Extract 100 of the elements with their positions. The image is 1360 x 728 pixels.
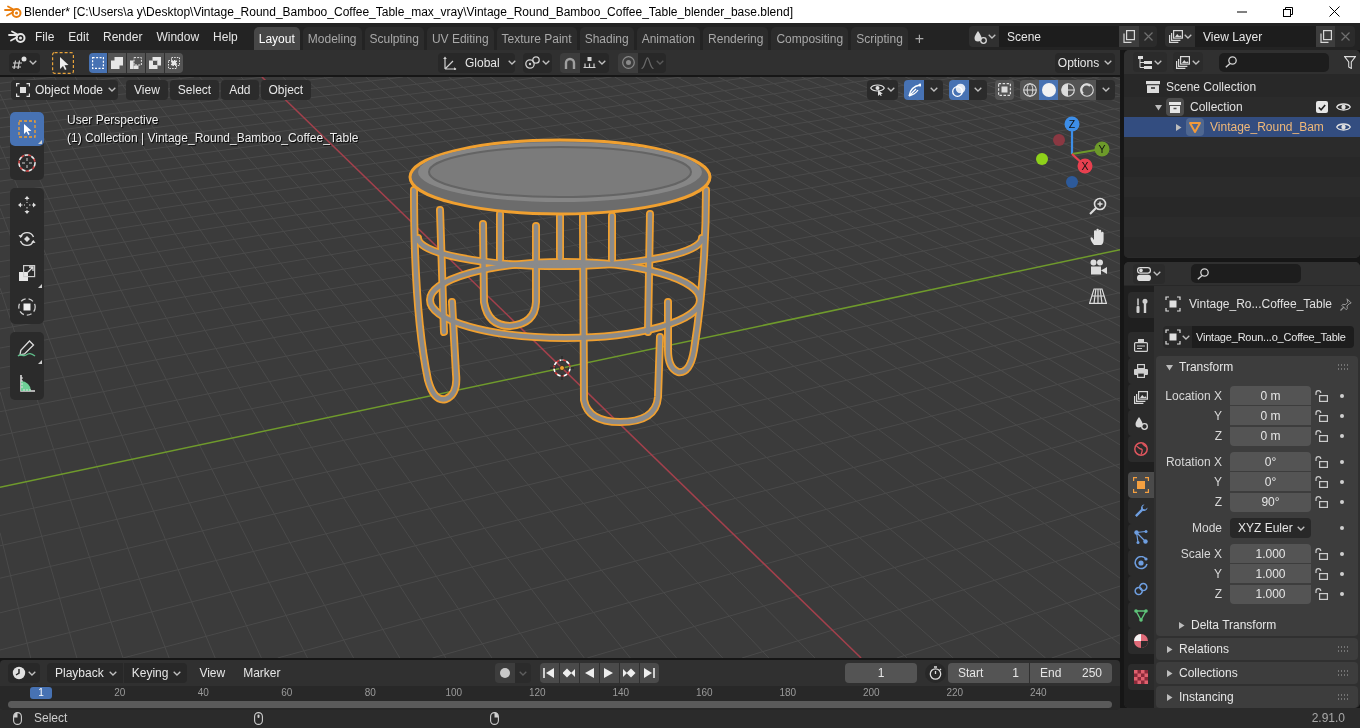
eye-icon[interactable] [1336, 122, 1351, 132]
axis-handle[interactable]: Y [1071, 141, 1110, 157]
collection-icon[interactable] [1166, 98, 1184, 116]
playback-button[interactable] [639, 663, 659, 683]
overlay-options-dropdown[interactable] [969, 79, 987, 100]
number-field[interactable]: 0° [1230, 452, 1311, 471]
number-field[interactable]: 1.000 [1230, 544, 1311, 563]
menu-item[interactable]: Help [206, 26, 245, 47]
disclosure-triangle-icon[interactable] [1154, 103, 1162, 111]
playback-button[interactable] [559, 663, 579, 683]
playback-button[interactable] [579, 663, 599, 683]
scene-name-field[interactable]: Scene [999, 26, 1119, 47]
select-mode-button[interactable] [108, 52, 126, 73]
gizmo-toggle[interactable] [904, 79, 924, 100]
timeline-scrollbar[interactable] [8, 701, 1112, 708]
playhead-frame-indicator[interactable]: 1 [30, 687, 52, 699]
keyframe-dot-icon[interactable] [1340, 592, 1344, 596]
workspace-tab[interactable]: Shading [579, 27, 634, 50]
restore-icon[interactable] [1283, 6, 1293, 17]
select-mode-button[interactable] [165, 52, 183, 73]
overlay-toggle[interactable] [949, 79, 969, 100]
snap-target-dropdown[interactable] [580, 52, 609, 73]
new-view-layer-button[interactable] [1316, 26, 1335, 47]
negative-axis-handle[interactable] [1053, 134, 1065, 146]
axis-handle[interactable]: Z [1064, 116, 1080, 154]
playback-button[interactable] [599, 663, 619, 683]
workspace-tab[interactable]: Rendering [703, 27, 769, 50]
properties-tab[interactable] [1128, 292, 1154, 318]
negative-axis-handle[interactable] [1036, 153, 1048, 165]
panel-header[interactable]: Transform [1156, 356, 1358, 378]
number-field[interactable]: 0° [1230, 472, 1311, 491]
unlocked-padlock-icon[interactable] [1315, 390, 1328, 402]
eye-icon[interactable] [1336, 102, 1351, 112]
negative-axis-handle[interactable] [1066, 176, 1078, 188]
menu-item[interactable]: View [126, 79, 168, 100]
menu-item[interactable]: Render [96, 26, 150, 47]
editor-type-button[interactable] [1133, 263, 1165, 284]
preview-range-toggle[interactable] [925, 663, 946, 683]
rotation-mode-dropdown[interactable]: XYZ Euler [1230, 518, 1311, 538]
unlocked-padlock-icon[interactable] [1315, 588, 1328, 600]
select-mode-button[interactable] [127, 52, 145, 73]
unlocked-padlock-icon[interactable] [1315, 476, 1328, 488]
select-mode-button[interactable] [146, 52, 164, 73]
proportional-editing-toggle[interactable] [618, 52, 638, 73]
checkbox[interactable] [1316, 101, 1328, 113]
select-mode-button[interactable] [89, 52, 107, 73]
playback-button[interactable] [619, 663, 639, 683]
menu-item[interactable]: Edit [61, 26, 97, 47]
new-scene-button[interactable] [1119, 26, 1139, 47]
keyframe-dot-icon[interactable] [1340, 460, 1344, 464]
playback-button[interactable] [539, 663, 559, 683]
unlocked-padlock-icon[interactable] [1315, 496, 1328, 508]
snap-toggle[interactable] [560, 52, 580, 73]
panel-header[interactable]: Collections [1156, 662, 1358, 684]
unlocked-padlock-icon[interactable] [1315, 548, 1328, 560]
pin-icon[interactable] [1340, 297, 1352, 311]
menu-item[interactable]: Marker [235, 663, 289, 683]
3d-cursor-icon[interactable] [549, 355, 575, 381]
current-frame-field[interactable]: 1 [845, 663, 917, 683]
filter-icon[interactable] [1344, 55, 1356, 69]
transform-orientation-dropdown[interactable]: Global [438, 52, 515, 73]
grid-icon[interactable] [1089, 288, 1107, 304]
keyframe-dot-icon[interactable] [1340, 394, 1344, 398]
frame-range-field[interactable]: Start 1 [948, 663, 1029, 683]
editor-type-button[interactable] [9, 52, 40, 73]
minimize-icon[interactable] [1237, 10, 1247, 13]
disclosure-triangle-icon[interactable] [1166, 645, 1173, 653]
properties-tab[interactable] [1128, 332, 1154, 358]
object-name-field[interactable]: Vintage_Roun...o_Coffee_Table [1192, 326, 1354, 348]
keyframe-dot-icon[interactable] [1340, 434, 1344, 438]
menu-item[interactable]: Window [149, 26, 207, 47]
workspace-tab[interactable]: Modeling [302, 27, 362, 50]
number-field[interactable]: 1.000 [1230, 564, 1311, 583]
unlocked-padlock-icon[interactable] [1315, 410, 1328, 422]
disclosure-triangle-icon[interactable] [1174, 123, 1182, 131]
add-workspace-button[interactable]: + [910, 27, 929, 50]
hand-icon[interactable] [1090, 228, 1106, 246]
movie-camera-icon[interactable] [1089, 259, 1107, 275]
menu-item[interactable]: View [191, 663, 234, 683]
keyframe-dot-icon[interactable] [1340, 526, 1344, 530]
workspace-tab[interactable]: UV Editing [426, 27, 494, 50]
number-field[interactable]: 0 m [1230, 386, 1311, 405]
number-field[interactable]: 0 m [1230, 426, 1311, 446]
number-field[interactable]: 1.000 [1230, 584, 1311, 604]
panel-header[interactable]: Relations [1156, 638, 1358, 660]
subpanel-header[interactable]: Delta Transform [1156, 614, 1358, 636]
menu-dropdown[interactable]: Keying [123, 663, 188, 683]
number-field[interactable]: 0 m [1230, 406, 1311, 425]
visibility-dropdown[interactable] [867, 79, 898, 100]
menu-dropdown[interactable]: Playback [47, 663, 123, 683]
view-layer-dropdown[interactable] [1173, 52, 1203, 72]
zoom-in-icon[interactable] [1089, 197, 1107, 215]
workspace-tab[interactable]: Animation [636, 27, 701, 50]
view-layer-name-field[interactable]: View Layer [1195, 26, 1316, 47]
object-browse-button[interactable] [1163, 326, 1192, 348]
keyframe-dot-icon[interactable] [1340, 414, 1344, 418]
keyframe-dot-icon[interactable] [1340, 480, 1344, 484]
search-field[interactable] [1219, 52, 1329, 72]
keyframe-dot-icon[interactable] [1340, 500, 1344, 504]
keyframe-dot-icon[interactable] [1340, 572, 1344, 576]
